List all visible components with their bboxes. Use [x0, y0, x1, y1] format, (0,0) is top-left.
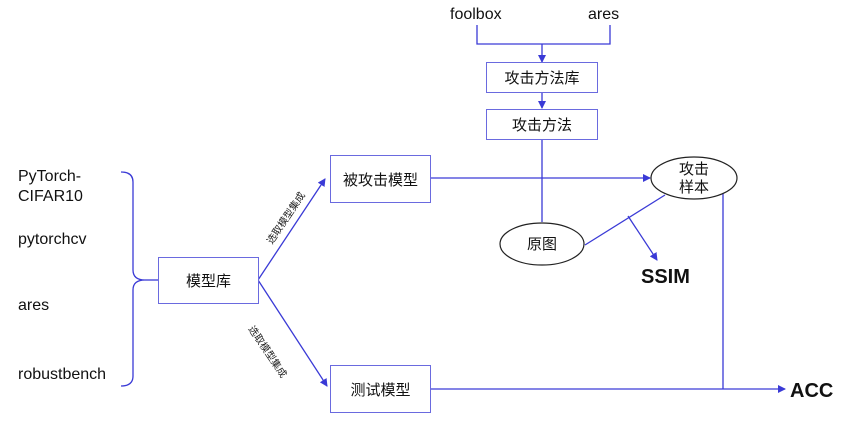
- acc-label: ACC: [790, 380, 834, 402]
- model-library-box: 模型库: [158, 257, 259, 304]
- model-source-pytorch-1: PyTorch-: [18, 168, 82, 185]
- ssim-label: SSIM: [641, 266, 690, 288]
- edge-original-to-sample: [584, 194, 666, 246]
- model-source-pytorchcv: pytorchcv: [18, 231, 87, 248]
- diagram-canvas: foolbox ares 攻击方法库 攻击方法 被攻击模型 测试模型 模型库 攻…: [0, 0, 865, 432]
- adversarial-sample-line-1: 攻击: [678, 160, 709, 178]
- source-ares: ares: [588, 6, 620, 23]
- model-source-pytorch-2: CIFAR10: [18, 188, 83, 205]
- sources-bracket: [476, 25, 611, 45]
- source-foolbox: foolbox: [450, 6, 502, 23]
- connector-lines: [120, 25, 786, 393]
- sources-brace: [120, 171, 146, 387]
- attacked-model-box: 被攻击模型: [330, 155, 431, 203]
- edge-to-ssim: [627, 215, 658, 261]
- original-image-label: 原图: [526, 235, 557, 253]
- test-model-box: 测试模型: [330, 365, 431, 413]
- model-source-robustbench: robustbench: [18, 366, 107, 383]
- adversarial-sample-line-2: 样本: [678, 178, 709, 196]
- attack-library-box: 攻击方法库: [486, 62, 598, 93]
- edge-library-to-test: [257, 279, 328, 387]
- adversarial-sample-label: 攻击 样本: [651, 159, 737, 197]
- model-source-ares: ares: [18, 297, 50, 314]
- attack-method-box: 攻击方法: [486, 109, 598, 140]
